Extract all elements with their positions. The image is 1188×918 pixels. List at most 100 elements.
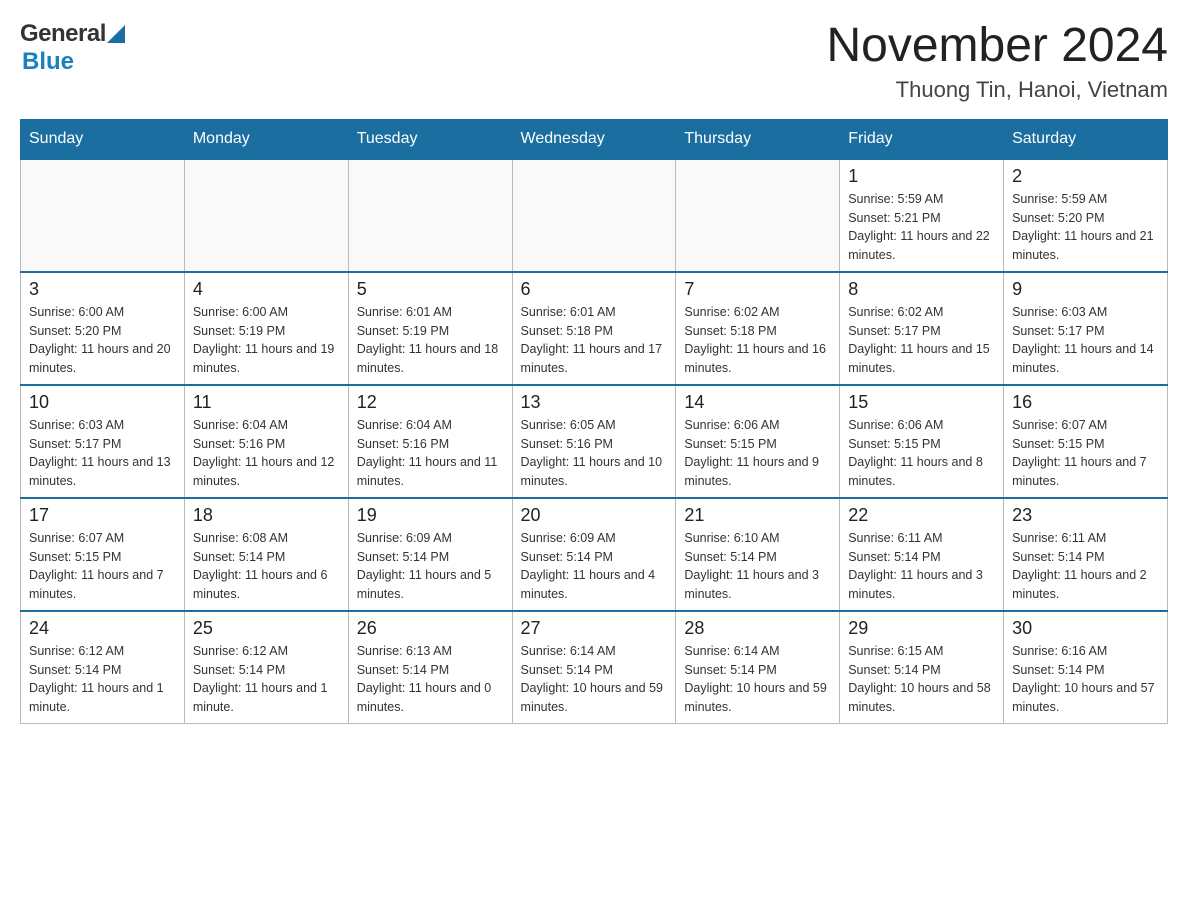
- day-info: Sunrise: 6:09 AMSunset: 5:14 PMDaylight:…: [521, 529, 668, 604]
- day-number: 2: [1012, 166, 1159, 187]
- day-number: 22: [848, 505, 995, 526]
- calendar-cell: 11Sunrise: 6:04 AMSunset: 5:16 PMDayligh…: [184, 385, 348, 498]
- day-info: Sunrise: 6:10 AMSunset: 5:14 PMDaylight:…: [684, 529, 831, 604]
- logo-blue-text: Blue: [20, 48, 74, 76]
- calendar-cell: 1 Sunrise: 5:59 AMSunset: 5:21 PMDaylight…: [840, 159, 1004, 272]
- day-info: Sunrise: 6:01 AMSunset: 5:19 PMDaylight:…: [357, 303, 504, 378]
- weekday-header-friday: Friday: [840, 119, 1004, 159]
- calendar-cell: 5Sunrise: 6:01 AMSunset: 5:19 PMDaylight…: [348, 272, 512, 385]
- page-header: General Blue November 2024 Thuong Tin, H…: [20, 20, 1168, 103]
- calendar-cell: [348, 159, 512, 272]
- day-info: Sunrise: 6:02 AMSunset: 5:17 PMDaylight:…: [848, 303, 995, 378]
- day-info: Sunrise: 6:06 AMSunset: 5:15 PMDaylight:…: [684, 416, 831, 491]
- day-number: 16: [1012, 392, 1159, 413]
- day-number: 13: [521, 392, 668, 413]
- day-number: 15: [848, 392, 995, 413]
- logo-triangle-icon: [107, 21, 125, 48]
- calendar-cell: 21 Sunrise: 6:10 AMSunset: 5:14 PMDayligh…: [676, 498, 840, 611]
- day-info: Sunrise: 6:03 AMSunset: 5:17 PMDaylight:…: [29, 416, 176, 491]
- day-number: 10: [29, 392, 176, 413]
- week-row-2: 3 Sunrise: 6:00 AMSunset: 5:20 PMDaylight…: [21, 272, 1168, 385]
- calendar-cell: 26 Sunrise: 6:13 AMSunset: 5:14 PMDayligh…: [348, 611, 512, 724]
- week-row-5: 24 Sunrise: 6:12 AMSunset: 5:14 PMDayligh…: [21, 611, 1168, 724]
- day-info: Sunrise: 6:06 AMSunset: 5:15 PMDaylight:…: [848, 416, 995, 491]
- logo-general-text: General: [20, 20, 106, 48]
- day-info: Sunrise: 6:07 AMSunset: 5:15 PMDaylight:…: [29, 529, 176, 604]
- calendar-cell: 3 Sunrise: 6:00 AMSunset: 5:20 PMDaylight…: [21, 272, 185, 385]
- day-number: 3: [29, 279, 176, 300]
- calendar-cell: 8Sunrise: 6:02 AMSunset: 5:17 PMDaylight…: [840, 272, 1004, 385]
- day-info: Sunrise: 5:59 AMSunset: 5:21 PMDaylight:…: [848, 190, 995, 265]
- day-info: Sunrise: 6:14 AMSunset: 5:14 PMDaylight:…: [684, 642, 831, 717]
- day-number: 21: [684, 505, 831, 526]
- calendar-cell: 6 Sunrise: 6:01 AMSunset: 5:18 PMDaylight…: [512, 272, 676, 385]
- weekday-header-row: SundayMondayTuesdayWednesdayThursdayFrid…: [21, 119, 1168, 159]
- location-text: Thuong Tin, Hanoi, Vietnam: [826, 77, 1168, 103]
- calendar-cell: 28 Sunrise: 6:14 AMSunset: 5:14 PMDayligh…: [676, 611, 840, 724]
- day-number: 17: [29, 505, 176, 526]
- day-number: 26: [357, 618, 504, 639]
- day-number: 23: [1012, 505, 1159, 526]
- day-info: Sunrise: 6:02 AMSunset: 5:18 PMDaylight:…: [684, 303, 831, 378]
- day-info: Sunrise: 6:11 AMSunset: 5:14 PMDaylight:…: [848, 529, 995, 604]
- day-info: Sunrise: 6:11 AMSunset: 5:14 PMDaylight:…: [1012, 529, 1159, 604]
- calendar-cell: 15 Sunrise: 6:06 AMSunset: 5:15 PMDayligh…: [840, 385, 1004, 498]
- day-info: Sunrise: 6:14 AMSunset: 5:14 PMDaylight:…: [521, 642, 668, 717]
- calendar-cell: 17 Sunrise: 6:07 AMSunset: 5:15 PMDayligh…: [21, 498, 185, 611]
- day-number: 6: [521, 279, 668, 300]
- calendar-cell: 13Sunrise: 6:05 AMSunset: 5:16 PMDayligh…: [512, 385, 676, 498]
- day-info: Sunrise: 6:04 AMSunset: 5:16 PMDaylight:…: [193, 416, 340, 491]
- calendar-cell: [512, 159, 676, 272]
- calendar-cell: 20 Sunrise: 6:09 AMSunset: 5:14 PMDayligh…: [512, 498, 676, 611]
- day-number: 24: [29, 618, 176, 639]
- day-number: 28: [684, 618, 831, 639]
- day-number: 1: [848, 166, 995, 187]
- day-info: Sunrise: 6:00 AMSunset: 5:19 PMDaylight:…: [193, 303, 340, 378]
- week-row-4: 17 Sunrise: 6:07 AMSunset: 5:15 PMDayligh…: [21, 498, 1168, 611]
- day-number: 20: [521, 505, 668, 526]
- month-title: November 2024: [826, 20, 1168, 73]
- day-number: 19: [357, 505, 504, 526]
- calendar-cell: 19 Sunrise: 6:09 AMSunset: 5:14 PMDayligh…: [348, 498, 512, 611]
- day-info: Sunrise: 6:00 AMSunset: 5:20 PMDaylight:…: [29, 303, 176, 378]
- day-number: 30: [1012, 618, 1159, 639]
- day-info: Sunrise: 6:07 AMSunset: 5:15 PMDaylight:…: [1012, 416, 1159, 491]
- calendar-table: SundayMondayTuesdayWednesdayThursdayFrid…: [20, 119, 1168, 724]
- calendar-cell: [21, 159, 185, 272]
- week-row-1: 1 Sunrise: 5:59 AMSunset: 5:21 PMDaylight…: [21, 159, 1168, 272]
- weekday-header-saturday: Saturday: [1004, 119, 1168, 159]
- calendar-cell: 30 Sunrise: 6:16 AMSunset: 5:14 PMDayligh…: [1004, 611, 1168, 724]
- day-number: 18: [193, 505, 340, 526]
- calendar-cell: 12Sunrise: 6:04 AMSunset: 5:16 PMDayligh…: [348, 385, 512, 498]
- day-number: 14: [684, 392, 831, 413]
- weekday-header-sunday: Sunday: [21, 119, 185, 159]
- calendar-cell: 10 Sunrise: 6:03 AMSunset: 5:17 PMDayligh…: [21, 385, 185, 498]
- weekday-header-thursday: Thursday: [676, 119, 840, 159]
- week-row-3: 10 Sunrise: 6:03 AMSunset: 5:17 PMDayligh…: [21, 385, 1168, 498]
- day-info: Sunrise: 5:59 AMSunset: 5:20 PMDaylight:…: [1012, 190, 1159, 265]
- day-number: 29: [848, 618, 995, 639]
- calendar-cell: 7Sunrise: 6:02 AMSunset: 5:18 PMDaylight…: [676, 272, 840, 385]
- calendar-cell: 29 Sunrise: 6:15 AMSunset: 5:14 PMDayligh…: [840, 611, 1004, 724]
- calendar-cell: 16 Sunrise: 6:07 AMSunset: 5:15 PMDayligh…: [1004, 385, 1168, 498]
- day-info: Sunrise: 6:16 AMSunset: 5:14 PMDaylight:…: [1012, 642, 1159, 717]
- day-info: Sunrise: 6:12 AMSunset: 5:14 PMDaylight:…: [193, 642, 340, 717]
- calendar-cell: 25Sunrise: 6:12 AMSunset: 5:14 PMDayligh…: [184, 611, 348, 724]
- day-info: Sunrise: 6:03 AMSunset: 5:17 PMDaylight:…: [1012, 303, 1159, 378]
- day-info: Sunrise: 6:15 AMSunset: 5:14 PMDaylight:…: [848, 642, 995, 717]
- calendar-cell: 22 Sunrise: 6:11 AMSunset: 5:14 PMDayligh…: [840, 498, 1004, 611]
- logo-top: General: [20, 20, 127, 48]
- day-info: Sunrise: 6:09 AMSunset: 5:14 PMDaylight:…: [357, 529, 504, 604]
- calendar-cell: 18Sunrise: 6:08 AMSunset: 5:14 PMDayligh…: [184, 498, 348, 611]
- weekday-header-tuesday: Tuesday: [348, 119, 512, 159]
- day-info: Sunrise: 6:13 AMSunset: 5:14 PMDaylight:…: [357, 642, 504, 717]
- day-info: Sunrise: 6:01 AMSunset: 5:18 PMDaylight:…: [521, 303, 668, 378]
- calendar-cell: 27Sunrise: 6:14 AMSunset: 5:14 PMDayligh…: [512, 611, 676, 724]
- title-area: November 2024 Thuong Tin, Hanoi, Vietnam: [826, 20, 1168, 103]
- calendar-cell: 2 Sunrise: 5:59 AMSunset: 5:20 PMDaylight…: [1004, 159, 1168, 272]
- calendar-cell: 14 Sunrise: 6:06 AMSunset: 5:15 PMDayligh…: [676, 385, 840, 498]
- weekday-header-wednesday: Wednesday: [512, 119, 676, 159]
- calendar-cell: 4Sunrise: 6:00 AMSunset: 5:19 PMDaylight…: [184, 272, 348, 385]
- calendar-cell: 24Sunrise: 6:12 AMSunset: 5:14 PMDayligh…: [21, 611, 185, 724]
- day-number: 9: [1012, 279, 1159, 300]
